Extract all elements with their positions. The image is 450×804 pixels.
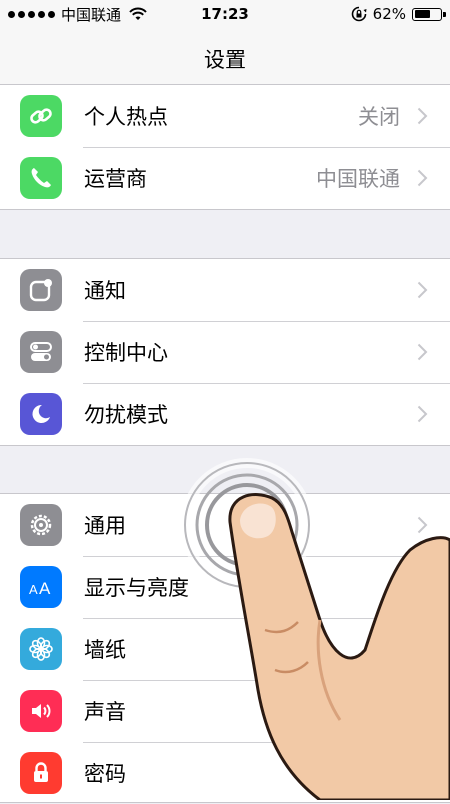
speaker-icon	[20, 690, 62, 732]
settings-row-label: 通知	[84, 279, 126, 303]
settings-row-label: 声音	[84, 700, 126, 724]
settings-row-display-brightness[interactable]: AA 显示与亮度	[0, 556, 450, 618]
battery-percentage: 62%	[372, 5, 406, 23]
settings-group-device: 通用 AA 显示与亮度 墙纸 声音 密码	[0, 493, 450, 803]
settings-row-passcode[interactable]: 密码	[0, 742, 450, 804]
settings-row-value: 中国联通	[316, 167, 400, 191]
gear-icon	[20, 504, 62, 546]
settings-row-label: 显示与亮度	[84, 576, 189, 600]
carrier-name: 中国联通	[61, 5, 122, 24]
moon-icon	[20, 393, 62, 435]
settings-row-notifications[interactable]: 通知	[0, 259, 450, 321]
orientation-lock-icon	[351, 6, 367, 22]
settings-row-value: 关闭	[358, 105, 400, 129]
svg-text:A: A	[29, 582, 38, 597]
chevron-right-icon	[417, 405, 428, 423]
chevron-right-icon	[417, 169, 428, 187]
settings-row-label: 密码	[84, 762, 126, 786]
settings-row-wallpaper[interactable]: 墙纸	[0, 618, 450, 680]
page-title: 设置	[204, 48, 246, 72]
lock-icon	[20, 752, 62, 794]
chevron-right-icon	[417, 281, 428, 299]
settings-group-system: 通知 控制中心 勿扰模式	[0, 258, 450, 446]
chevron-right-icon	[417, 516, 428, 534]
settings-row-label: 控制中心	[84, 341, 168, 365]
settings-row-label: 个人热点	[84, 105, 168, 129]
settings-row-hotspot[interactable]: 个人热点 关闭	[0, 85, 450, 147]
settings-row-label: 勿扰模式	[84, 403, 168, 427]
notification-icon	[20, 269, 62, 311]
settings-row-sounds[interactable]: 声音	[0, 680, 450, 742]
settings-row-do-not-disturb[interactable]: 勿扰模式	[0, 383, 450, 445]
wifi-icon	[129, 7, 147, 20]
battery-icon	[412, 7, 446, 21]
text-size-icon: AA	[20, 566, 62, 608]
hotspot-icon	[20, 95, 62, 137]
settings-row-carrier[interactable]: 运营商 中国联通	[0, 147, 450, 209]
settings-row-control-center[interactable]: 控制中心	[0, 321, 450, 383]
settings-row-label: 通用	[84, 514, 126, 538]
chevron-right-icon	[417, 343, 428, 361]
control-center-icon	[20, 331, 62, 373]
navigation-bar: 设置	[0, 28, 450, 91]
wallpaper-flower-icon	[20, 628, 62, 670]
signal-strength-icon	[8, 10, 55, 18]
settings-row-general[interactable]: 通用	[0, 494, 450, 556]
svg-text:A: A	[39, 579, 51, 598]
chevron-right-icon	[417, 107, 428, 125]
settings-row-label: 运营商	[84, 167, 147, 191]
settings-group-network: 个人热点 关闭 运营商 中国联通	[0, 84, 450, 210]
settings-row-label: 墙纸	[84, 638, 126, 662]
phone-icon	[20, 157, 62, 199]
status-bar: 中国联通 17:23 62%	[0, 0, 450, 28]
